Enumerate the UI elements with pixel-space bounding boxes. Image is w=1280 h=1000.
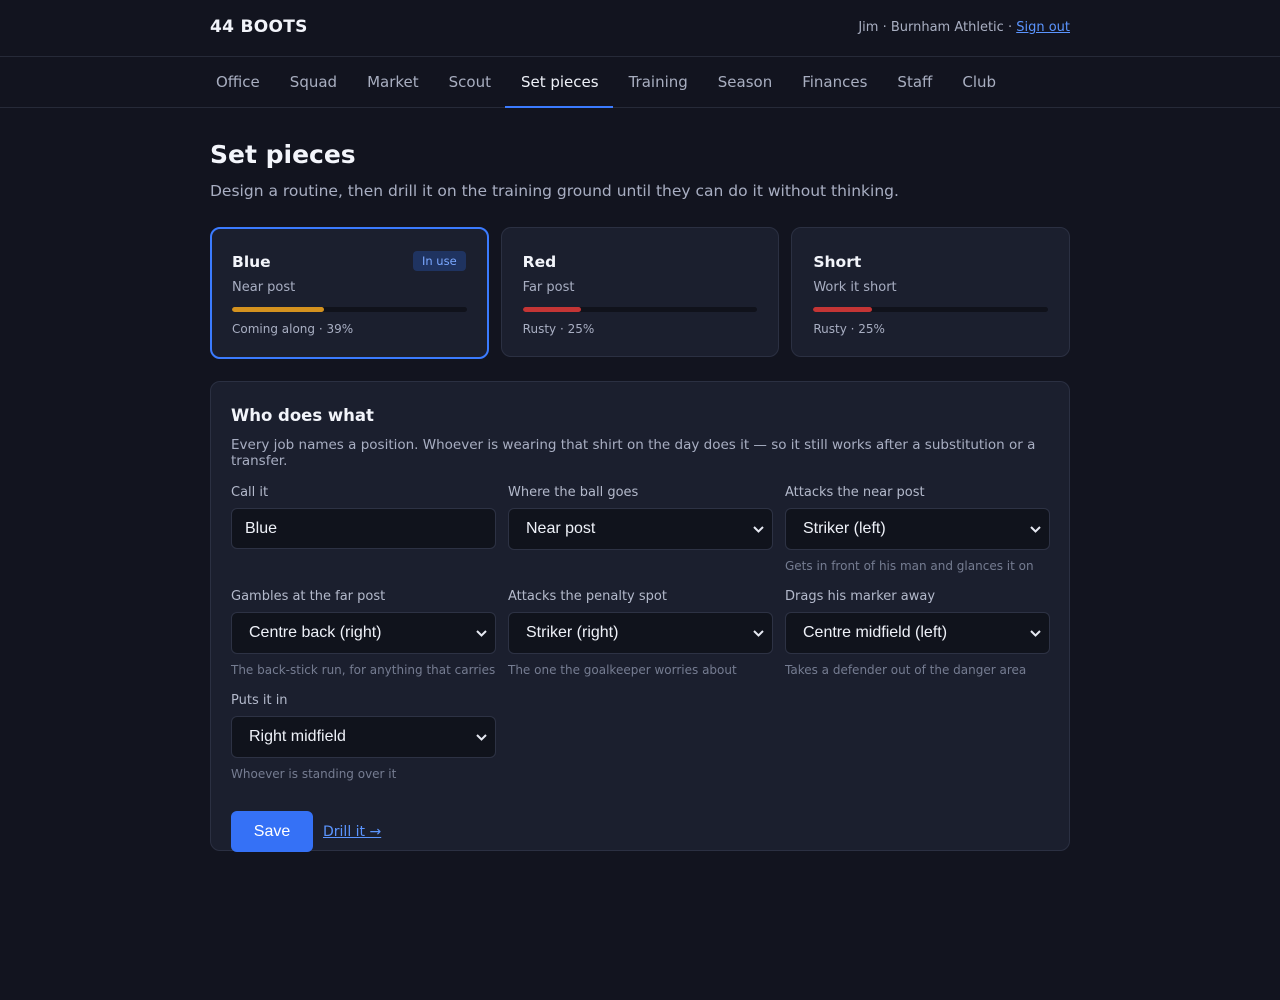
- routine-status: Rusty · 25%: [813, 322, 885, 336]
- field-help: Whoever is standing over it: [231, 767, 397, 781]
- field-far-post: Gambles at the far post Centre back (rig…: [231, 589, 496, 693]
- nav-item-season[interactable]: Season: [702, 57, 786, 107]
- field-penalty-spot: Attacks the penalty spot Striker (right)…: [508, 589, 773, 693]
- account-info: Jim · Burnham Athletic · Sign out: [858, 20, 1070, 35]
- routine-kind: Near post: [232, 280, 296, 295]
- chevron-down-icon: [1029, 523, 1041, 535]
- field-near-post: Attacks the near post Striker (left) Get…: [785, 485, 1050, 589]
- editor-actions: Save Drill it →: [231, 811, 1049, 852]
- field-help: The one the goalkeeper worries about: [508, 663, 737, 677]
- in-use-badge: In use: [412, 251, 466, 271]
- field-label: Where the ball goes: [508, 485, 639, 500]
- field-ball-goes: Where the ball goes Near post: [508, 485, 773, 589]
- chevron-down-icon: [475, 731, 487, 743]
- select-value: Striker (right): [526, 624, 619, 641]
- penalty-spot-select[interactable]: Striker (right): [508, 612, 773, 654]
- sign-out-link[interactable]: Sign out: [1016, 20, 1070, 35]
- top-bar: 44 BOOTS Jim · Burnham Athletic · Sign o…: [0, 0, 1280, 57]
- select-value: Centre back (right): [249, 624, 382, 641]
- field-label: Attacks the penalty spot: [508, 589, 667, 604]
- input-value: Blue: [245, 519, 278, 537]
- select-value: Centre midfield (left): [803, 624, 948, 641]
- nav-item-squad[interactable]: Squad: [274, 57, 351, 107]
- field-help: Gets in front of his man and glances it …: [785, 559, 1034, 573]
- nav-item-set-pieces[interactable]: Set pieces: [504, 57, 613, 108]
- near-post-select[interactable]: Striker (left): [785, 508, 1050, 550]
- routine-status: Coming along · 39%: [232, 322, 354, 336]
- select-value: Near post: [526, 520, 596, 537]
- editor-fields: Call it Blue Where the ball goes Near po…: [231, 485, 1050, 797]
- routine-card-blue[interactable]: Blue In use Near post Coming along · 39%: [210, 227, 489, 359]
- save-button[interactable]: Save: [231, 811, 313, 852]
- field-label: Drags his marker away: [785, 589, 936, 604]
- routine-name: Short: [813, 253, 862, 271]
- routine-name-input[interactable]: Blue: [231, 508, 496, 549]
- taker-select[interactable]: Right midfield: [231, 716, 496, 758]
- routine-cards: Blue In use Near post Coming along · 39%…: [210, 227, 1071, 359]
- nav-item-club[interactable]: Club: [946, 57, 1010, 107]
- page-subtitle: Design a routine, then drill it on the t…: [210, 182, 899, 200]
- routine-name: Red: [522, 253, 557, 271]
- nav-item-market[interactable]: Market: [351, 57, 433, 107]
- field-label: Call it: [231, 485, 269, 500]
- chevron-down-icon: [1029, 627, 1041, 639]
- ball-target-select[interactable]: Near post: [508, 508, 773, 550]
- field-help: Takes a defender out of the danger area: [785, 663, 1027, 677]
- page-title: Set pieces: [210, 140, 356, 169]
- progress-bar: [232, 307, 467, 312]
- routine-card-short[interactable]: Short Work it short Rusty · 25%: [791, 227, 1071, 357]
- field-puts-it-in: Puts it in Right midfield Whoever is sta…: [231, 693, 496, 797]
- field-label: Gambles at the far post: [231, 589, 386, 604]
- routine-kind: Work it short: [813, 280, 897, 295]
- far-post-select[interactable]: Centre back (right): [231, 612, 496, 654]
- select-value: Right midfield: [249, 728, 346, 745]
- drill-it-link[interactable]: Drill it →: [323, 824, 381, 840]
- field-label: Puts it in: [231, 693, 288, 708]
- editor-title: Who does what: [231, 406, 374, 425]
- progress-bar: [522, 307, 758, 312]
- nav-item-staff[interactable]: Staff: [881, 57, 946, 107]
- progress-fill: [232, 307, 324, 312]
- nav-item-training[interactable]: Training: [613, 57, 702, 107]
- field-label: Attacks the near post: [785, 485, 925, 500]
- progress-fill: [522, 307, 582, 312]
- decoy-runner-select[interactable]: Centre midfield (left): [785, 612, 1050, 654]
- field-call-it: Call it Blue: [231, 485, 496, 589]
- brand-logo[interactable]: 44 BOOTS: [210, 17, 308, 37]
- field-drags-marker: Drags his marker away Centre midfield (l…: [785, 589, 1050, 693]
- chevron-down-icon: [752, 523, 764, 535]
- main-nav: Office Squad Market Scout Set pieces Tra…: [0, 57, 1280, 108]
- routine-kind: Far post: [522, 280, 575, 295]
- routine-status: Rusty · 25%: [522, 322, 595, 336]
- main-content: Set pieces Design a routine, then drill …: [210, 140, 1071, 852]
- nav-item-scout[interactable]: Scout: [433, 57, 505, 107]
- chevron-down-icon: [752, 627, 764, 639]
- routine-card-red[interactable]: Red Far post Rusty · 25%: [500, 227, 780, 357]
- routine-editor: Who does what Every job names a position…: [210, 381, 1070, 852]
- progress-fill: [813, 307, 872, 312]
- nav-item-office[interactable]: Office: [200, 57, 274, 107]
- editor-description: Every job names a position. Whoever is w…: [231, 437, 1036, 469]
- field-help: The back-stick run, for anything that ca…: [231, 663, 496, 677]
- chevron-down-icon: [475, 627, 487, 639]
- nav-item-finances[interactable]: Finances: [786, 57, 881, 107]
- select-value: Striker (left): [803, 520, 886, 537]
- progress-bar: [813, 307, 1049, 312]
- account-text: Jim · Burnham Athletic ·: [858, 20, 1017, 35]
